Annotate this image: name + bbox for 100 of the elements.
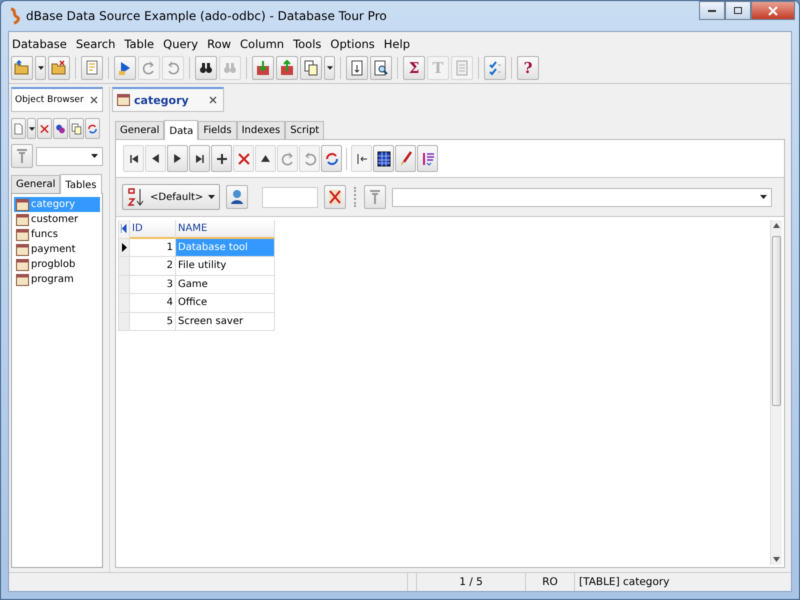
tab[interactable]: General — [115, 121, 164, 139]
toolbar-button[interactable] — [211, 145, 232, 172]
toolbar-button[interactable] — [373, 145, 394, 172]
menu-item[interactable]: Query — [163, 36, 198, 50]
app-logo-icon — [8, 7, 22, 25]
sort-icon — [127, 187, 145, 207]
toolbar-button[interactable]: Σ — [403, 56, 425, 80]
column-marker-icon — [121, 224, 127, 234]
toolbar-button[interactable] — [27, 118, 36, 139]
toolbar-button[interactable]: ? — [517, 56, 539, 80]
table-cell: 2 — [130, 257, 176, 276]
toolbar-button[interactable] — [189, 145, 210, 172]
menu-item[interactable]: Table — [124, 36, 154, 50]
tab[interactable]: Fields — [198, 121, 237, 139]
sort-dropdown[interactable]: <Default> — [122, 184, 220, 210]
table-icon — [16, 214, 29, 226]
toolbar-button[interactable] — [195, 56, 217, 80]
up-triangle-icon — [261, 155, 270, 162]
table-cell: File utility — [176, 257, 275, 276]
caret-icon — [38, 66, 44, 70]
window-title: dBase Data Source Example (ado-odbc) - Database Tour Pro — [26, 9, 387, 23]
filter-button[interactable] — [364, 185, 386, 209]
table-icon — [117, 94, 130, 106]
panel-tab[interactable]: Object Browser — [11, 87, 103, 112]
document-title: category — [134, 94, 190, 106]
cubes-icon — [54, 122, 67, 136]
copy-icon — [302, 59, 320, 77]
close-button[interactable] — [751, 1, 795, 20]
toolbar-button[interactable] — [370, 56, 392, 80]
table-cell: 4 — [130, 294, 176, 312]
clear-search-button[interactable] — [324, 185, 346, 209]
close-icon[interactable] — [90, 96, 98, 104]
scroll-down-icon[interactable] — [773, 557, 780, 562]
column-header[interactable]: ID — [130, 220, 176, 238]
table-cell: Office — [176, 294, 275, 312]
menu-item[interactable]: Database — [12, 36, 67, 50]
menu-item[interactable]: Tools — [293, 36, 322, 50]
record-position: 1 / 5 — [417, 573, 526, 591]
search-field[interactable] — [262, 186, 318, 208]
scroll-up-icon[interactable] — [773, 223, 780, 228]
maximize-icon — [734, 7, 742, 14]
grid-icon — [374, 150, 392, 168]
caret-icon — [28, 126, 34, 130]
caret-icon — [760, 195, 767, 199]
toolbar-button[interactable] — [324, 56, 335, 80]
refresh-icon — [86, 122, 99, 136]
filter-icon — [16, 148, 28, 164]
toolbar-button[interactable] — [11, 118, 26, 139]
column-header[interactable]: NAME — [176, 220, 275, 238]
person-search-icon — [229, 188, 246, 206]
tab[interactable]: Indexes — [236, 121, 286, 139]
toolbar-button[interactable] — [69, 118, 84, 139]
filter-button[interactable] — [11, 144, 33, 168]
document-tab[interactable]: category — [112, 87, 224, 112]
toolbar-button[interactable] — [53, 118, 68, 139]
caret-icon — [326, 66, 332, 70]
menu-item[interactable]: Search — [76, 36, 116, 50]
tab[interactable]: Script — [285, 121, 324, 139]
row-indicator[interactable] — [118, 238, 130, 257]
next-record-icon — [174, 154, 181, 163]
table-list-item[interactable]: payment — [14, 242, 100, 257]
menu-item[interactable]: Row — [207, 36, 232, 50]
toolbar-button[interactable] — [167, 145, 188, 172]
current-row-icon — [122, 242, 126, 252]
tab[interactable]: Tables — [60, 174, 102, 194]
menu-item[interactable]: Help — [384, 36, 410, 50]
table-cell: Database tool — [176, 238, 275, 257]
preview-icon — [372, 59, 390, 77]
object-name: [TABLE] category — [578, 575, 670, 590]
toolbar-button[interactable] — [346, 56, 368, 80]
panel-title: Object Browser — [15, 95, 84, 105]
tab[interactable]: Data — [164, 120, 198, 140]
table-list-item[interactable]: progblob — [14, 257, 100, 272]
close-icon — [768, 6, 778, 16]
tab[interactable]: General — [11, 175, 60, 193]
maximize-button[interactable] — [725, 1, 751, 20]
toolbar-button[interactable] — [417, 145, 438, 172]
minimize-icon — [708, 10, 716, 12]
table-cell: 5 — [130, 312, 176, 331]
table-icon — [16, 244, 29, 256]
caret-icon — [208, 195, 216, 199]
caret-icon — [91, 154, 98, 158]
table-cell: Screen saver — [176, 312, 275, 331]
table-list-item[interactable]: customer — [14, 212, 100, 227]
toolbar-button[interactable] — [35, 56, 46, 80]
table-icon — [16, 274, 29, 286]
toolbar-button[interactable] — [300, 56, 322, 80]
folder-icon — [50, 59, 68, 77]
minimize-button[interactable] — [699, 1, 725, 20]
table-icon — [16, 258, 29, 270]
new-page-icon — [12, 122, 25, 136]
scrollbar[interactable] — [770, 220, 782, 565]
table-list-item[interactable]: funcs — [14, 227, 100, 242]
access-mode: RO — [526, 573, 575, 591]
menu-item[interactable]: Column — [240, 36, 284, 50]
table-list-item[interactable]: program — [14, 272, 100, 287]
close-icon[interactable] — [209, 96, 217, 104]
search-button[interactable] — [226, 185, 248, 209]
menu-item[interactable]: Options — [330, 36, 375, 50]
table-icon — [16, 198, 29, 210]
